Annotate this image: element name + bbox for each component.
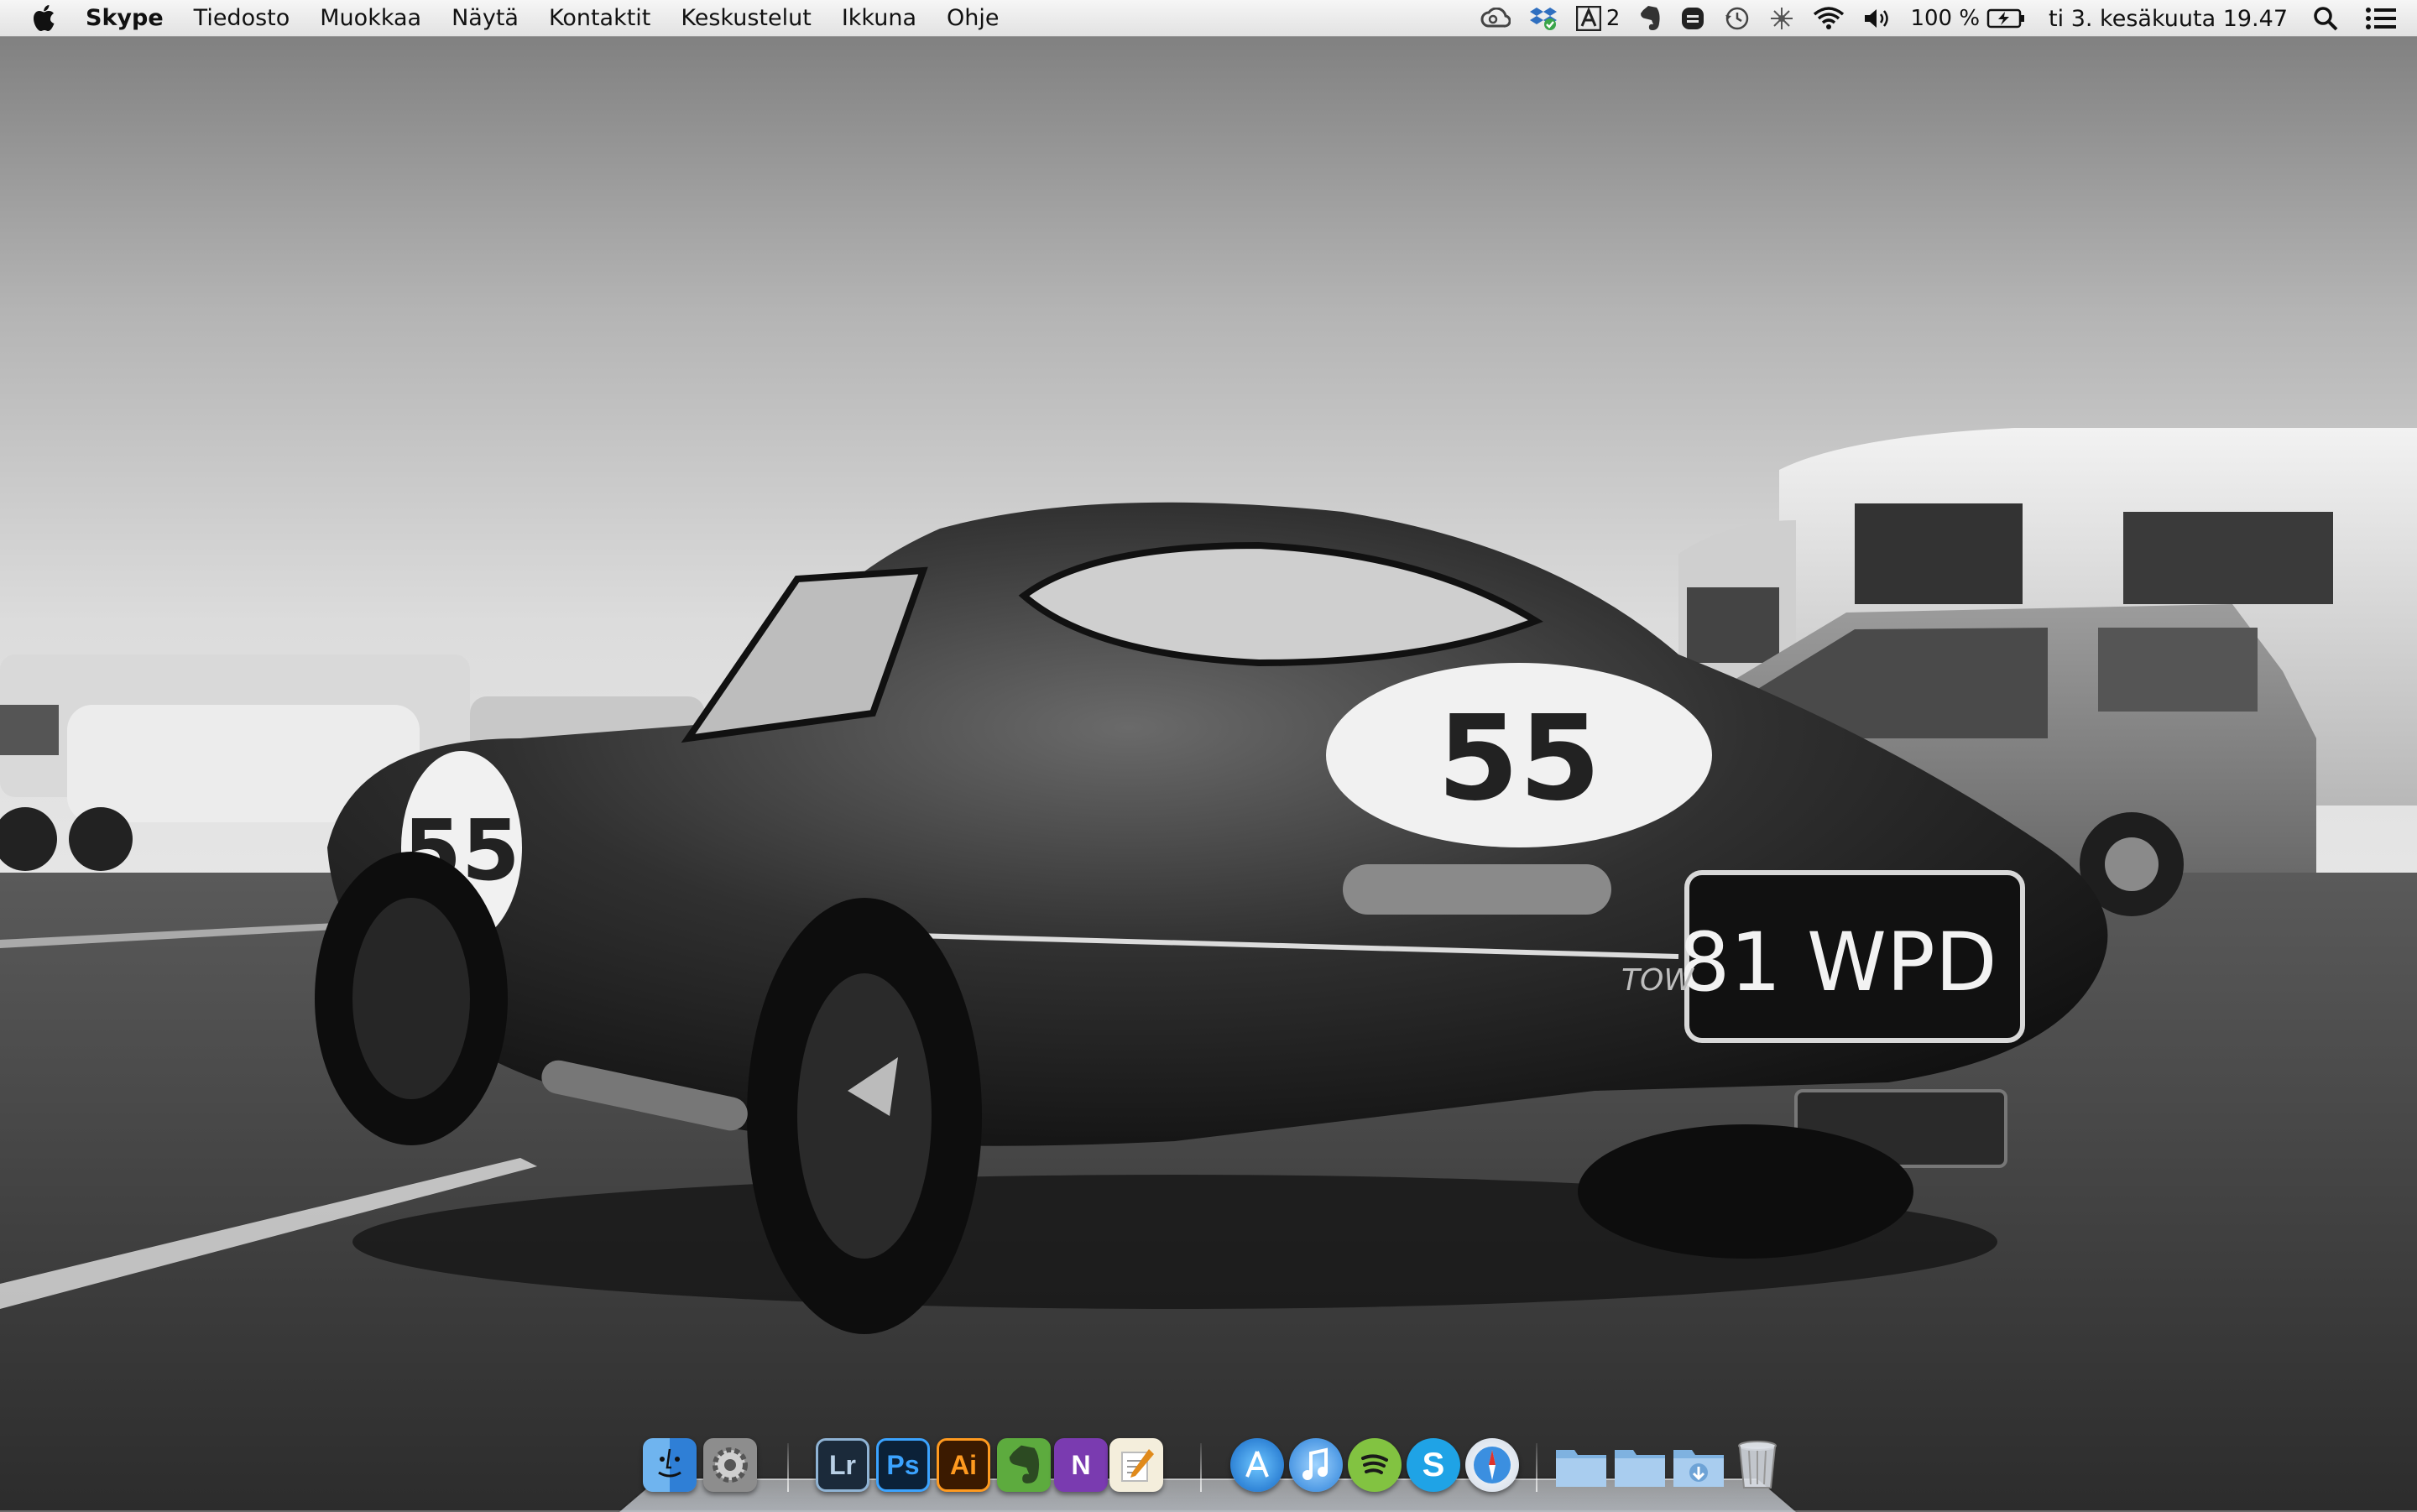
tow-label: TOW [1621, 963, 1694, 998]
battery-percentage[interactable]: 100 % [1910, 6, 1980, 31]
volume-icon[interactable] [1863, 0, 1892, 37]
dock-system-preferences[interactable] [703, 1438, 757, 1492]
bluetooth-sparkle-icon[interactable] [1769, 0, 1794, 37]
dock-spotify[interactable] [1348, 1438, 1402, 1492]
adobe-update-count: 2 [1605, 6, 1621, 31]
spotlight-search-icon[interactable] [2313, 0, 2338, 37]
dock-separator [787, 1443, 789, 1492]
notification-center-icon[interactable] [2365, 0, 2397, 37]
apple-icon[interactable] [32, 4, 57, 33]
dock-app-store[interactable] [1230, 1438, 1284, 1492]
adobe-updates-icon[interactable] [1575, 0, 1601, 37]
menu-bar: Skype Tiedosto Muokkaa Näytä Kontaktit K… [0, 0, 2417, 37]
app-store-icon [1245, 1451, 1269, 1478]
evernote-icon[interactable] [1638, 0, 1662, 37]
dock-safari[interactable] [1465, 1438, 1519, 1492]
folder-icon [1615, 1450, 1665, 1487]
menu-keskustelut[interactable]: Keskustelut [681, 5, 811, 31]
dock-lightroom[interactable]: Lr [816, 1438, 869, 1492]
music-note-icon [1302, 1447, 1328, 1480]
finder-icon [658, 1448, 681, 1478]
skype-label: S [1422, 1446, 1445, 1483]
car-number-rear: 55 [1438, 691, 1601, 827]
dropbox-icon[interactable] [1529, 0, 1558, 37]
menu-kontaktit[interactable]: Kontaktit [549, 5, 650, 31]
creative-cloud-icon[interactable] [1480, 0, 1511, 37]
folder-download-icon [1673, 1450, 1724, 1487]
skype-status-icon[interactable] [1680, 0, 1705, 37]
onenote-label: N [1071, 1449, 1091, 1480]
menu-clock[interactable]: ti 3. kesäkuuta 19.47 [2049, 6, 2288, 32]
dock-textedit[interactable] [1109, 1438, 1163, 1492]
dock-itunes[interactable] [1289, 1438, 1343, 1492]
gear-icon [713, 1447, 748, 1483]
menu-tiedosto[interactable]: Tiedosto [194, 5, 290, 31]
dock-trash[interactable] [1731, 1438, 1784, 1492]
folder-icon [1556, 1450, 1606, 1487]
pen-icon [1121, 1449, 1154, 1482]
menu-nayta[interactable]: Näytä [452, 5, 519, 31]
dock-documents-folder[interactable] [1613, 1438, 1667, 1492]
dock-evernote[interactable] [997, 1438, 1051, 1492]
lightroom-label: Lr [829, 1449, 856, 1480]
dock-applications-folder[interactable] [1554, 1438, 1608, 1492]
dock-onenote[interactable]: N [1054, 1438, 1108, 1492]
dock-finder[interactable] [643, 1438, 697, 1492]
time-machine-icon[interactable] [1724, 0, 1751, 37]
battery-icon[interactable] [1986, 0, 2025, 37]
dock-separator [1536, 1443, 1537, 1492]
wifi-icon[interactable] [1813, 0, 1845, 37]
menu-ohje[interactable]: Ohje [947, 5, 999, 31]
illustrator-label: Ai [950, 1449, 977, 1480]
menu-muokkaa[interactable]: Muokkaa [320, 5, 421, 31]
spotify-icon [1361, 1454, 1388, 1474]
menu-app-name[interactable]: Skype [86, 5, 164, 31]
dock-skype[interactable]: S [1407, 1438, 1460, 1492]
dock-illustrator[interactable]: Ai [937, 1438, 990, 1492]
photoshop-label: Ps [886, 1449, 920, 1480]
dock-separator [1200, 1443, 1202, 1492]
license-plate: 81 WPD [1678, 915, 1997, 1009]
trash-icon [1738, 1441, 1777, 1489]
dock-downloads-folder[interactable] [1672, 1438, 1725, 1492]
desktop-wallpaper: 55 55 81 WPD TOW [0, 0, 2417, 1510]
menu-ikkuna[interactable]: Ikkuna [842, 5, 916, 31]
elephant-icon [1009, 1445, 1040, 1483]
dock-photoshop[interactable]: Ps [876, 1438, 930, 1492]
compass-icon [1474, 1447, 1511, 1483]
dock: Lr Ps Ai N S [0, 1431, 2417, 1507]
